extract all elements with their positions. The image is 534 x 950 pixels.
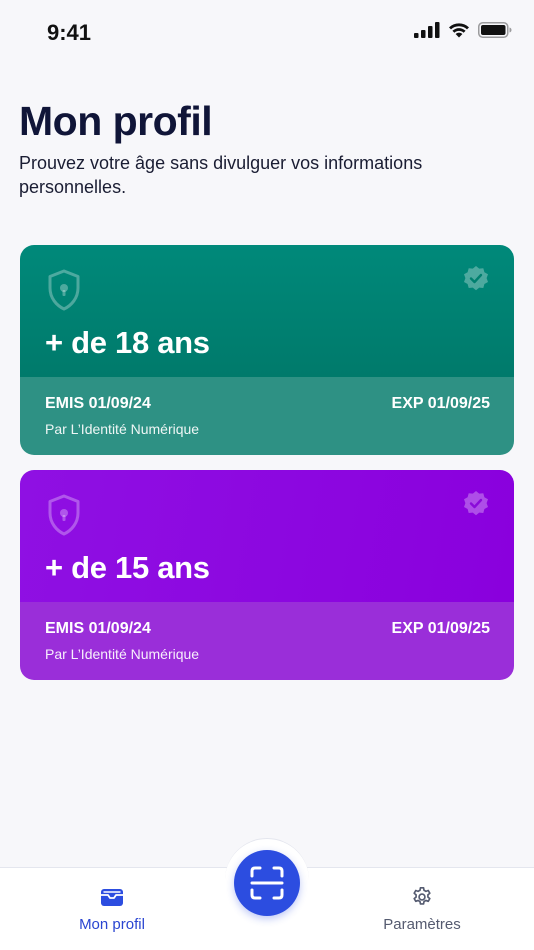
scan-button[interactable] (234, 850, 300, 916)
issue-date: EMIS 01/09/24 (45, 395, 151, 412)
wifi-icon (449, 23, 469, 38)
verified-badge-icon (464, 491, 488, 516)
age-credential-card[interactable]: + de 15 ans EMIS 01/09/24 EXP 01/09/25 P… (20, 470, 514, 680)
age-threshold: + de 15 ans (45, 550, 210, 585)
tab-settings[interactable]: Paramètres (342, 868, 502, 950)
card-header: + de 18 ans (20, 245, 514, 377)
card-footer: EMIS 01/09/24 EXP 01/09/25 Par L’Identit… (20, 602, 514, 680)
tab-profile-label: Mon profil (79, 916, 145, 933)
status-time: 9:41 (47, 20, 92, 45)
cellular-signal-icon (414, 22, 440, 38)
battery-icon (478, 22, 512, 38)
tab-profile[interactable]: Mon profil (32, 868, 192, 950)
expiry-date: EXP 01/09/25 (391, 620, 490, 637)
issuer: Par L’Identité Numérique (45, 421, 200, 437)
card-header: + de 15 ans (20, 470, 514, 602)
status-bar: 9:41 (0, 0, 534, 66)
card-footer: EMIS 01/09/24 EXP 01/09/25 Par L’Identit… (20, 377, 514, 455)
expiry-date: EXP 01/09/25 (391, 395, 490, 412)
wallet-icon (101, 889, 123, 906)
age-credential-card[interactable]: + de 18 ans EMIS 01/09/24 EXP 01/09/25 P… (20, 245, 514, 455)
verified-badge-icon (464, 266, 488, 291)
page-title: Mon profil (19, 98, 213, 144)
tab-settings-label: Paramètres (383, 916, 461, 933)
scan-icon (250, 866, 284, 900)
shield-lock-icon (48, 494, 80, 536)
age-threshold: + de 18 ans (45, 325, 210, 360)
page-subtitle: Prouvez votre âge sans divulguer vos inf… (19, 153, 423, 197)
gear-icon (413, 887, 431, 905)
shield-lock-icon (48, 269, 80, 311)
status-icons (414, 22, 512, 38)
issuer: Par L’Identité Numérique (45, 646, 200, 662)
issue-date: EMIS 01/09/24 (45, 620, 151, 637)
